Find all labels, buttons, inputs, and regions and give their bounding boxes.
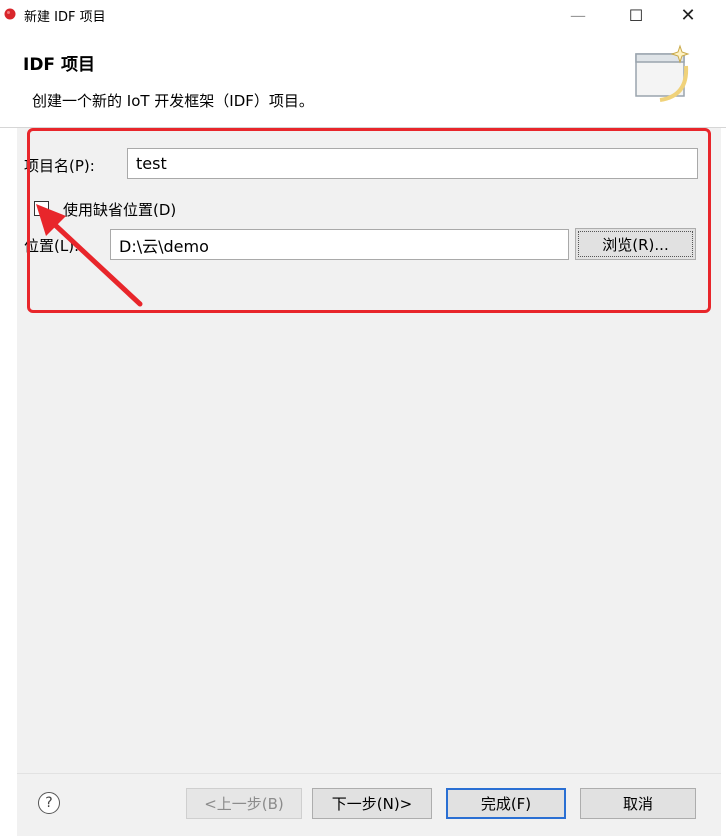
title-bar: 新建 IDF 项目 — ☐ ✕ xyxy=(0,0,726,30)
project-name-value: test xyxy=(136,154,167,173)
cancel-button[interactable]: 取消 xyxy=(580,788,696,819)
window-title: 新建 IDF 项目 xyxy=(24,10,106,25)
new-wizard-icon xyxy=(635,44,690,102)
location-value: D:\云\demo xyxy=(119,236,209,256)
page-description: 创建一个新的 IoT 开发框架（IDF）项目。 xyxy=(32,92,314,110)
browse-button[interactable]: 浏览(R)... xyxy=(575,228,696,260)
close-button[interactable]: ✕ xyxy=(668,2,708,28)
location-input[interactable]: D:\云\demo xyxy=(110,229,569,260)
wizard-header: IDF 项目 创建一个新的 IoT 开发框架（IDF）项目。 xyxy=(0,30,726,128)
minimize-button[interactable]: — xyxy=(558,2,598,28)
next-button[interactable]: 下一步(N)> xyxy=(312,788,432,819)
use-default-location-label[interactable]: 使用缺省位置(D) xyxy=(63,199,176,220)
app-icon xyxy=(4,8,16,20)
project-name-input[interactable]: test xyxy=(127,148,698,179)
help-icon[interactable]: ? xyxy=(38,792,60,814)
back-button[interactable]: <上一步(B) xyxy=(186,788,302,819)
page-title: IDF 项目 xyxy=(23,55,95,75)
maximize-button[interactable]: ☐ xyxy=(616,2,656,28)
location-label: 位置(L): xyxy=(24,237,80,255)
wizard-content xyxy=(17,128,721,773)
use-default-location-checkbox[interactable] xyxy=(34,201,49,216)
project-name-label: 项目名(P): xyxy=(24,157,95,175)
finish-button[interactable]: 完成(F) xyxy=(446,788,566,819)
